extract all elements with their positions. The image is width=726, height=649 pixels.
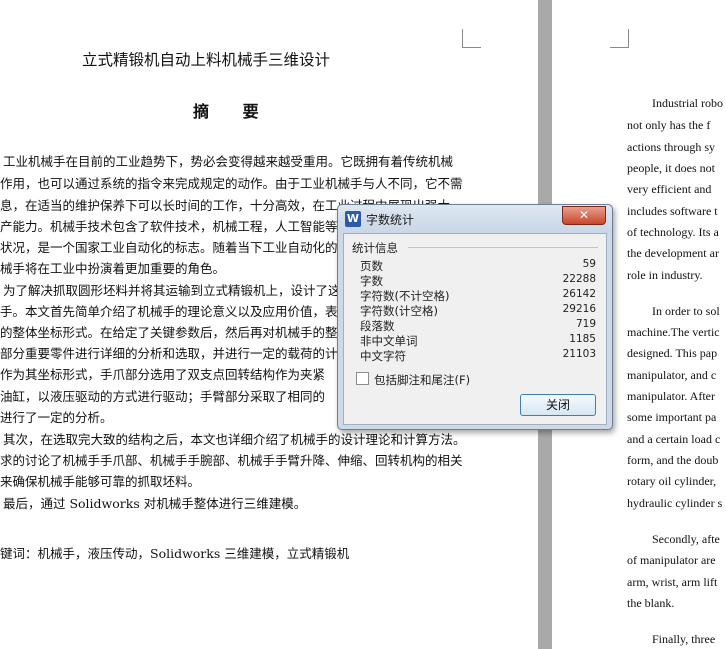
body-line: Industrial robo — [652, 96, 723, 110]
body-line: the development ar — [627, 246, 719, 260]
stat-row-chinese-chars: 中文字符 21103 — [360, 348, 596, 363]
body-line: some important pa — [627, 410, 717, 424]
stat-value: 26142 — [562, 288, 596, 300]
body-line: hydraulic cylinder s — [627, 496, 723, 510]
body-line: machine.The vertic — [627, 325, 720, 339]
body-line: role in industry. — [627, 268, 703, 282]
stat-row-words: 字数 22288 — [360, 273, 596, 288]
abstract-heading: 摘 要 — [193, 102, 273, 121]
stat-row-pages: 页数 59 — [360, 258, 596, 273]
body-line: 状况，是一个国家工业自动化的标志。随着当下工业自动化的发 — [0, 240, 351, 255]
body-line: 部分重要零件进行详细的分析和选取，并进行一定的载荷的计算 — [0, 346, 351, 361]
stat-value: 59 — [582, 258, 596, 270]
body-line: the blank. — [627, 596, 675, 610]
body-line: and a certain load c — [627, 432, 721, 446]
dialog-title: 字数统计 — [366, 213, 415, 227]
body-line: rotary oil cylinder, — [627, 474, 717, 488]
body-line: 来确保机械手能够可靠的抓取坯料。 — [0, 474, 201, 489]
body-line: people, it does not — [627, 161, 715, 175]
body-line: manipulator, and c — [627, 368, 717, 382]
stat-label: 字符数(不计空格) — [360, 289, 450, 303]
dialog-titlebar[interactable]: W 字数统计 ✕ — [338, 205, 612, 233]
body-line: 其次，在选取完大致的结构之后，本文也详细介绍了机械手的设计理论和计算方法。 — [3, 432, 466, 447]
body-line: not only has the f — [627, 118, 711, 132]
body-line: manipulator. After — [627, 389, 715, 403]
body-line: of manipulator are — [627, 553, 716, 567]
stat-row-non-chinese-words: 非中文单词 1185 — [360, 333, 596, 348]
stat-row-chars-no-spaces: 字符数(不计空格) 26142 — [360, 288, 596, 303]
include-footnotes-label: 包括脚注和尾注(F) — [374, 373, 471, 387]
body-line: 手。本文首先简单介绍了机械手的理论意义以及应用价值，表达 — [0, 304, 351, 319]
stat-label: 字符数(计空格) — [360, 304, 438, 318]
dialog-content: 统计信息 页数 59 字数 22288 字符数(不计空格) 26142 字符数(… — [343, 233, 607, 425]
include-footnotes-checkbox[interactable] — [356, 372, 369, 385]
include-footnotes-option[interactable]: 包括脚注和尾注(F) — [356, 372, 470, 388]
stat-label: 页数 — [360, 259, 383, 273]
margin-corner-mark — [610, 29, 629, 48]
body-line: 工业机械手在目前的工业趋势下，势必会变得越来越受重用。它既拥有着传统机械 — [3, 154, 454, 169]
body-line: In order to sol — [652, 304, 720, 318]
body-line: Finally, three — [652, 632, 716, 646]
document-title: 立式精锻机自动上料机械手三维设计 — [82, 51, 331, 69]
statistics-group-label: 统计信息 — [352, 241, 398, 255]
body-line: Secondly, afte — [652, 532, 720, 546]
stat-value: 22288 — [562, 273, 596, 285]
body-line: 最后，通过 Solidworks 对机械手整体进行三维建模。 — [3, 496, 307, 511]
wps-writer-icon: W — [345, 211, 361, 227]
body-line: 为了解决抓取圆形坯料并将其运输到立式精锻机上，设计了这 — [3, 283, 341, 298]
stat-value: 719 — [575, 318, 596, 330]
body-line: 作为其坐标形式，手爪部分选用了双支点回转结构作为夹紧 — [0, 367, 326, 382]
stat-row-paragraphs: 段落数 719 — [360, 318, 596, 333]
body-line: 产能力。机械手技术包含了软件技术，机械工程，人工智能等多 — [0, 219, 351, 234]
body-line: 的整体坐标形式。在给定了关键参数后，然后再对机械手的整体 — [0, 325, 351, 340]
body-line: 求的讨论了机械手手爪部、机械手手腕部、机械手手臂升降、伸缩、回转机构的相关 — [0, 453, 463, 468]
stat-value: 1185 — [569, 333, 596, 345]
body-line: 进行了一定的分析。 — [0, 410, 113, 425]
body-line: very efficient and — [627, 182, 712, 196]
margin-corner-mark — [462, 29, 481, 48]
stat-row-chars-with-spaces: 字符数(计空格) 29216 — [360, 303, 596, 318]
body-line: arm, wrist, arm lift — [627, 575, 718, 589]
stat-label: 非中文单词 — [360, 334, 418, 348]
stat-label: 中文字符 — [360, 349, 406, 363]
keywords-line: 键词：机械手，液压传动，Solidworks 三维建模，立式精锻机 — [0, 546, 350, 561]
stat-label: 字数 — [360, 274, 383, 288]
stat-value: 21103 — [562, 348, 596, 360]
body-line: designed. This pap — [627, 346, 718, 360]
body-line: of technology. Its a — [627, 225, 719, 239]
body-line: includes software t — [627, 204, 718, 218]
body-line: 械手将在工业中扮演着更加重要的角色。 — [0, 261, 226, 276]
close-button[interactable]: 关闭 — [520, 394, 596, 416]
stat-value: 29216 — [562, 303, 596, 315]
body-line: actions through sy — [627, 140, 715, 154]
body-line: 油缸，以液压驱动的方式进行驱动；手臂部分采取了相同的 — [0, 389, 326, 404]
word-count-dialog: W 字数统计 ✕ 统计信息 页数 59 字数 22288 字符数(不计空格) 2… — [337, 204, 613, 430]
close-icon[interactable]: ✕ — [562, 206, 606, 225]
body-line: 作用，也可以通过系统的指令来完成规定的动作。由于工业机械手与人不同，它不需 — [0, 176, 463, 191]
stat-label: 段落数 — [360, 319, 395, 333]
body-line: form, and the doub — [627, 453, 719, 467]
group-divider — [408, 247, 598, 248]
